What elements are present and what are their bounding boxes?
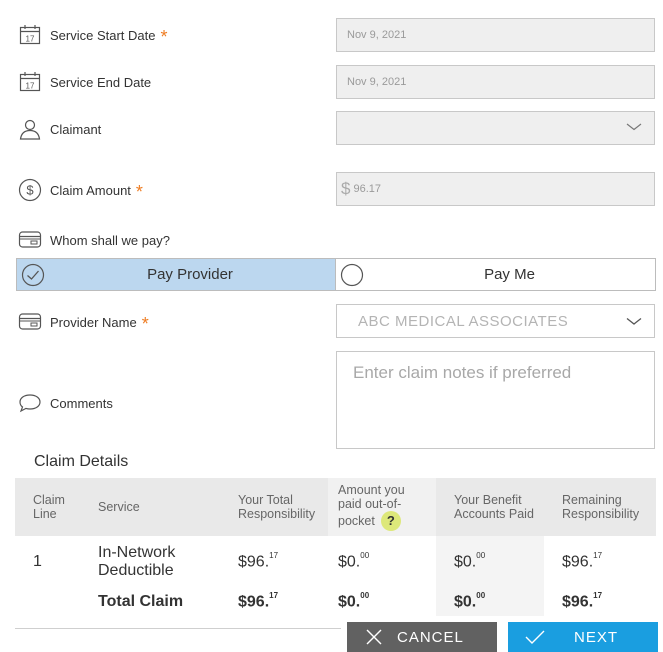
amount-cents: 17 — [593, 550, 603, 560]
amount-int: $96. — [562, 553, 594, 571]
check-icon — [524, 628, 546, 646]
close-icon — [365, 628, 383, 646]
service-end-date-text: Service End Date — [50, 74, 152, 90]
dollar-circle-icon: $ — [18, 178, 42, 202]
col-claim-line: Claim Line — [15, 478, 80, 536]
pay-provider-label: Pay Provider — [147, 266, 233, 283]
service-end-date-value: Nov 9, 2021 — [347, 76, 407, 88]
service-end-date-field[interactable]: Nov 9, 2021 — [336, 65, 655, 99]
comments-textarea[interactable]: Enter claim notes if preferred — [336, 351, 655, 449]
col-out-of-pocket: Amount you paid out-of-pocket? — [328, 478, 436, 536]
total-claim-label: Total Claim — [98, 593, 184, 610]
col-benefit-accounts-paid: Your Benefit Accounts Paid — [436, 478, 544, 536]
amount-cents: 00 — [476, 590, 486, 600]
provider-name-select[interactable]: ABC MEDICAL ASSOCIATES — [336, 304, 655, 338]
comments-label: Comments — [18, 391, 113, 415]
provider-name-label: Provider Name * — [18, 310, 149, 334]
claim-details-table: Claim Line Service Your Total Responsibi… — [15, 478, 656, 616]
required-asterisk: * — [135, 182, 143, 202]
claim-amount-field[interactable]: $ 96.17 — [336, 172, 655, 206]
table-row: 1 In-Network Deductible $96.17 $0.00 $0.… — [15, 536, 656, 588]
amount-int: $0. — [338, 593, 361, 611]
claimant-text: Claimant — [50, 121, 102, 137]
remaining-total: $96.17 — [544, 588, 656, 616]
claim-amount-label: $ Claim Amount * — [18, 178, 143, 202]
card-icon — [18, 310, 42, 334]
benefit-paid-total: $0.00 — [436, 588, 544, 616]
svg-text:$: $ — [26, 183, 34, 198]
amount-cents: 00 — [476, 550, 486, 560]
cancel-button[interactable]: CANCEL — [347, 622, 497, 652]
svg-text:17: 17 — [26, 35, 35, 44]
person-icon — [18, 117, 42, 141]
required-asterisk: * — [160, 27, 168, 47]
checked-circle-icon — [21, 263, 45, 287]
amount-cents: 17 — [269, 550, 279, 560]
provider-name-value: ABC MEDICAL ASSOCIATES — [358, 312, 569, 330]
amount-cents: 00 — [360, 590, 370, 600]
out-of-pocket-total: $0.00 — [328, 588, 436, 616]
pay-me-label: Pay Me — [484, 266, 535, 283]
amount-int: $0. — [454, 593, 477, 611]
service-end-date-label: 17 Service End Date — [18, 70, 151, 94]
chevron-down-icon — [626, 122, 642, 134]
amount-int: $96. — [238, 593, 270, 611]
whom-pay-text: Whom shall we pay? — [50, 232, 170, 248]
benefit-paid-cell: $0.00 — [436, 536, 544, 588]
next-label: NEXT — [574, 628, 619, 646]
table-header-row: Claim Line Service Your Total Responsibi… — [15, 478, 656, 536]
service-cell: In-Network Deductible — [98, 544, 176, 579]
card-icon — [18, 228, 42, 252]
amount-int: $0. — [338, 553, 361, 571]
help-icon[interactable]: ? — [380, 511, 401, 531]
comments-text: Comments — [50, 395, 113, 411]
service-start-date-field[interactable]: Nov 9, 2021 — [336, 18, 655, 52]
col-remaining-responsibility: Remaining Responsibility — [544, 478, 656, 536]
total-row: Total Claim $96.17 $0.00 $0.00 $96.17 — [15, 588, 656, 616]
chevron-down-icon — [626, 313, 642, 330]
speech-bubble-icon — [18, 391, 42, 415]
service-start-date-value: Nov 9, 2021 — [347, 29, 407, 41]
service-start-date-label: 17 Service Start Date * — [18, 23, 168, 47]
divider — [15, 628, 341, 629]
calendar-icon: 17 — [18, 23, 42, 47]
comments-placeholder: Enter claim notes if preferred — [353, 363, 572, 382]
required-asterisk: * — [141, 314, 149, 334]
amount-cents: 17 — [269, 590, 279, 600]
claim-amount-text: Claim Amount — [50, 182, 131, 198]
total-responsibility-cell: $96.17 — [220, 536, 328, 588]
claim-details-title: Claim Details — [34, 453, 129, 470]
remaining-cell: $96.17 — [544, 536, 656, 588]
whom-pay-label: Whom shall we pay? — [18, 228, 170, 252]
out-of-pocket-cell: $0.00 — [328, 536, 436, 588]
col-service: Service — [80, 478, 220, 536]
provider-name-text: Provider Name — [50, 314, 137, 330]
svg-text:17: 17 — [26, 82, 35, 91]
cancel-label: CANCEL — [397, 628, 464, 646]
amount-int: $96. — [238, 553, 270, 571]
service-start-date-text: Service Start Date — [50, 27, 156, 43]
total-responsibility-total: $96.17 — [220, 588, 328, 616]
amount-int: $96. — [562, 593, 594, 611]
claimant-select[interactable] — [336, 111, 655, 145]
radio-circle-icon — [340, 263, 364, 287]
pay-provider-option[interactable]: Pay Provider — [16, 258, 336, 291]
next-button[interactable]: NEXT — [508, 622, 658, 652]
amount-cents: 17 — [593, 590, 603, 600]
claim-amount-value: 96.17 — [353, 183, 381, 195]
calendar-icon: 17 — [18, 70, 42, 94]
currency-symbol: $ — [341, 179, 351, 198]
pay-me-option[interactable]: Pay Me — [336, 258, 656, 291]
amount-cents: 00 — [360, 550, 370, 560]
col-total-responsibility: Your Total Responsibility — [220, 478, 328, 536]
amount-int: $0. — [454, 553, 477, 571]
claim-details-panel: Claim Details Claim Line Service Your To… — [15, 450, 656, 616]
claimant-label: Claimant — [18, 117, 101, 141]
claim-line-cell: 1 — [33, 553, 42, 570]
